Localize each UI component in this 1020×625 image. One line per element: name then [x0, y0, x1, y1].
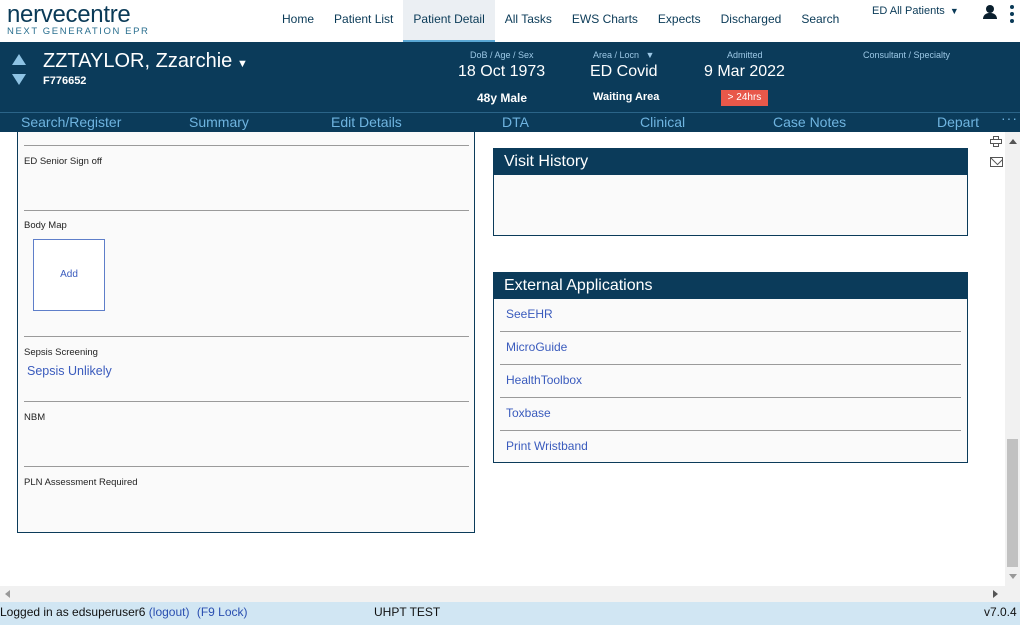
body-map-label: Body Map	[24, 220, 67, 231]
external-applications-title: External Applications	[494, 273, 967, 299]
f9-lock-link[interactable]: (F9 Lock)	[197, 605, 248, 619]
section-divider	[24, 210, 469, 211]
kebab-menu-icon[interactable]	[1010, 5, 1014, 26]
logo-wordmark[interactable]: nervecentre	[7, 1, 131, 29]
vertical-scrollbar-thumb[interactable]	[1007, 439, 1018, 567]
location-value: Waiting Area	[593, 91, 660, 103]
area-label-text: Area / Locn	[593, 50, 640, 60]
top-nav: Home Patient List Patient Detail All Tas…	[272, 0, 849, 42]
area-label[interactable]: Area / Locn ▼	[593, 50, 654, 60]
subnav-search-register[interactable]: Search/Register	[21, 114, 121, 130]
area-chevron-icon: ▼	[645, 50, 655, 60]
more-options-icon[interactable]: ···	[1001, 110, 1018, 126]
nbm-label: NBM	[24, 412, 46, 423]
external-app-microguide[interactable]: MicroGuide	[500, 332, 961, 365]
scroll-right-arrow-icon[interactable]	[993, 590, 998, 598]
external-app-seeehr[interactable]: SeeEHR	[500, 299, 961, 332]
kebab-dot	[1010, 19, 1014, 23]
user-icon-body	[983, 13, 997, 19]
subnav-summary[interactable]: Summary	[189, 114, 249, 130]
area-value: ED Covid	[590, 63, 658, 80]
kebab-dot	[1010, 12, 1014, 16]
top-nav-expects[interactable]: Expects	[648, 0, 711, 40]
ward-selector[interactable]: ED All Patients ▼	[872, 5, 959, 17]
subnav-depart[interactable]: Depart	[937, 114, 979, 130]
printer-icon[interactable]	[990, 136, 1002, 147]
sepsis-screening-label: Sepsis Screening	[24, 347, 98, 358]
external-app-healthtoolbox[interactable]: HealthToolbox	[500, 365, 961, 398]
printer-icon-tray	[993, 143, 999, 147]
admitted-duration-badge: > 24hrs	[721, 90, 768, 106]
body-map-add-button[interactable]: Add	[33, 239, 105, 311]
kebab-dot	[1010, 5, 1014, 9]
version-label: v7.0.4	[984, 605, 1017, 619]
subnav-edit-details[interactable]: Edit Details	[331, 114, 402, 130]
consultant-label: Consultant / Specialty	[863, 50, 951, 60]
logged-in-user: Logged in as edsuperuser6	[0, 605, 146, 619]
section-divider	[24, 401, 469, 402]
ed-senior-signoff-label: ED Senior Sign off	[24, 156, 102, 167]
top-nav-search[interactable]: Search	[791, 0, 849, 40]
subnav-clinical[interactable]: Clinical	[640, 114, 685, 130]
patient-name[interactable]: ZZTAYLOR, Zzarchie	[43, 50, 232, 73]
scrollbar-corner	[1005, 586, 1020, 602]
top-nav-patient-detail[interactable]: Patient Detail	[403, 0, 495, 42]
clinical-summary-panel: ED Senior Sign off Body Map Add Sepsis S…	[17, 132, 475, 533]
sepsis-screening-link[interactable]: Sepsis Unlikely	[27, 364, 112, 378]
logout-link[interactable]: (logout)	[149, 605, 190, 619]
admitted-value: 9 Mar 2022	[704, 63, 785, 80]
previous-patient-arrow-icon[interactable]	[12, 54, 26, 65]
status-bar: Logged in as edsuperuser6 (logout) (F9 L…	[0, 602, 1020, 625]
top-bar: nervecentre NEXT GENERATION EPR Home Pat…	[0, 0, 1020, 42]
chevron-down-icon: ▼	[949, 6, 959, 16]
mail-icon[interactable]	[990, 157, 1003, 167]
external-app-toxbase[interactable]: Toxbase	[500, 398, 961, 431]
section-divider	[24, 336, 469, 337]
admitted-label: Admitted	[727, 50, 763, 60]
scroll-left-arrow-icon[interactable]	[5, 590, 10, 598]
top-nav-discharged[interactable]: Discharged	[711, 0, 792, 40]
user-icon-head	[986, 5, 994, 13]
patient-sub-nav: Search/Register Summary Edit Details DTA…	[0, 110, 1020, 132]
top-nav-home[interactable]: Home	[272, 0, 324, 40]
next-patient-arrow-icon[interactable]	[12, 74, 26, 85]
pln-assessment-label: PLN Assessment Required	[24, 477, 138, 488]
scroll-up-arrow-icon[interactable]	[1009, 139, 1017, 144]
age-sex-value: 48y Male	[477, 91, 528, 105]
login-status: Logged in as edsuperuser6 (logout) (F9 L…	[0, 605, 248, 619]
logo-tagline: NEXT GENERATION EPR	[7, 26, 150, 37]
visit-history-card: Visit History	[493, 148, 968, 236]
patient-menu-chevron-icon[interactable]: ▼	[237, 58, 248, 70]
user-icon[interactable]	[983, 5, 997, 21]
patient-banner: ZZTAYLOR, Zzarchie ▼ F776652 DoB / Age /…	[0, 42, 1020, 112]
external-applications-card: External Applications SeeEHR MicroGuide …	[493, 272, 968, 463]
top-nav-ews-charts[interactable]: EWS Charts	[562, 0, 648, 40]
top-nav-patient-list[interactable]: Patient List	[324, 0, 403, 40]
dob-label: DoB / Age / Sex	[470, 50, 534, 60]
ward-selector-value: ED All Patients	[872, 5, 945, 17]
subnav-case-notes[interactable]: Case Notes	[773, 114, 846, 130]
environment-label: UHPT TEST	[374, 605, 441, 619]
patient-id: F776652	[43, 75, 87, 87]
section-divider	[24, 145, 469, 146]
dob-value: 18 Oct 1973	[458, 63, 546, 80]
horizontal-scrollbar[interactable]	[0, 586, 1005, 602]
scroll-down-arrow-icon[interactable]	[1009, 574, 1017, 579]
subnav-dta[interactable]: DTA	[502, 114, 529, 130]
external-app-print-wristband[interactable]: Print Wristband	[500, 431, 961, 464]
section-divider	[24, 466, 469, 467]
visit-history-title: Visit History	[494, 149, 967, 175]
vertical-scrollbar[interactable]	[1005, 132, 1020, 586]
top-nav-all-tasks[interactable]: All Tasks	[495, 0, 562, 40]
